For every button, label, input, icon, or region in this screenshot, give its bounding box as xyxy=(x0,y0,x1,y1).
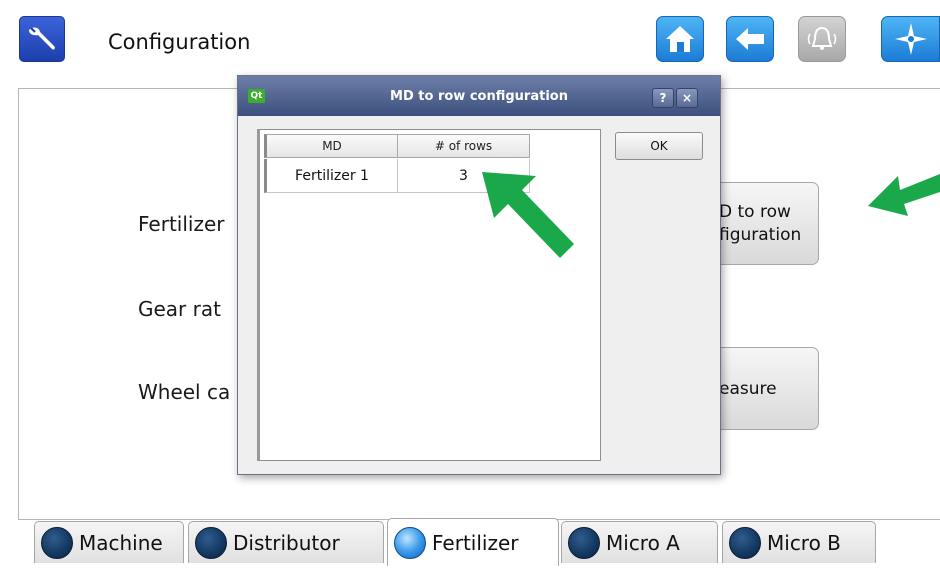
back-button[interactable] xyxy=(726,16,774,62)
tab-distributor[interactable]: Distributor xyxy=(188,521,384,563)
md-to-row-button-label: D to row figuration xyxy=(719,201,802,245)
tab-fertilizer[interactable]: Fertilizer xyxy=(387,518,559,566)
tab-label: Fertilizer xyxy=(432,530,519,555)
dialog-title: MD to row configuration xyxy=(390,89,568,104)
tab-micro-b[interactable]: Micro B xyxy=(722,521,876,563)
annotation-arrow-icon xyxy=(868,174,940,216)
tab-machine[interactable]: Machine xyxy=(34,521,184,563)
tab-label: Machine xyxy=(79,530,163,555)
home-icon xyxy=(666,26,694,52)
home-button[interactable] xyxy=(656,16,704,62)
ok-button[interactable]: OK xyxy=(615,132,703,160)
app-wrench-icon xyxy=(19,16,65,62)
column-header-md[interactable]: MD xyxy=(264,134,398,158)
dialog-title-bar[interactable]: Qt MD to row configuration ? × xyxy=(238,76,720,116)
tab-status-icon xyxy=(568,526,600,559)
page-title: Configuration xyxy=(108,30,251,54)
compass-icon xyxy=(894,23,927,55)
tab-status-icon xyxy=(394,526,426,559)
help-button[interactable]: ? xyxy=(652,88,674,108)
tab-status-icon xyxy=(729,526,761,559)
close-button[interactable]: × xyxy=(676,88,698,108)
back-arrow-icon xyxy=(736,28,764,50)
fertilizer-label: Fertilizer xyxy=(138,212,225,236)
table-header: MD # of rows xyxy=(264,134,530,158)
gear-ratio-label: Gear rat xyxy=(138,297,221,321)
tab-status-icon xyxy=(195,526,227,559)
tab-micro-a[interactable]: Micro A xyxy=(561,521,718,563)
column-header-rows[interactable]: # of rows xyxy=(398,134,530,158)
alarm-button[interactable] xyxy=(798,16,846,62)
md-to-row-dialog: Qt MD to row configuration ? × MD # of r… xyxy=(237,75,721,475)
tab-label: Micro B xyxy=(767,530,841,555)
wheel-label: Wheel ca xyxy=(138,380,231,404)
tab-label: Distributor xyxy=(233,530,340,555)
measure-button-label: easure xyxy=(719,378,777,399)
table-cell-md[interactable]: Fertilizer 1 xyxy=(264,159,398,193)
alarm-bell-icon xyxy=(807,26,837,50)
annotation-arrow-icon xyxy=(482,172,574,258)
tab-label: Micro A xyxy=(606,530,680,555)
navigation-button[interactable] xyxy=(881,16,940,62)
tab-status-icon xyxy=(41,526,73,559)
